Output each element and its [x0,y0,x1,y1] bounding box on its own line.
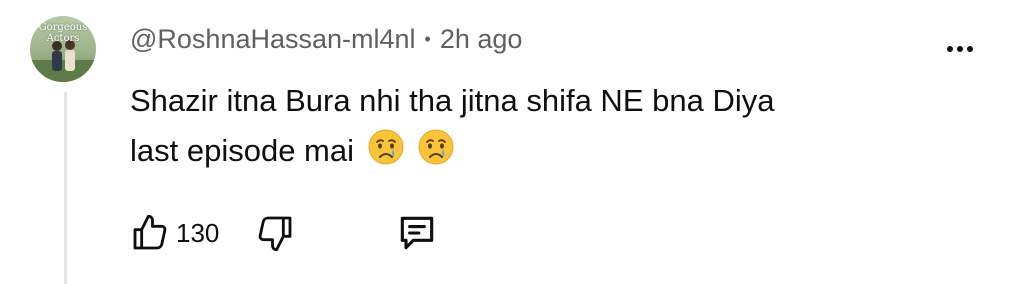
comment-text-line-2-words: last episode mai [130,133,355,168]
comment-card: Gorgeous Actors @RoshnaHassan-ml4nl • 2h… [0,0,1024,284]
crying-face-icon [417,128,455,166]
comment-actions: 130 [130,208,439,258]
separator-dot: • [424,29,431,49]
like-button[interactable]: 130 [130,213,219,253]
reply-button[interactable] [395,211,439,255]
thread-line [64,92,67,284]
author-handle[interactable]: @RoshnaHassan-ml4nl [130,24,416,55]
more-vert-icon[interactable] [940,36,980,62]
avatar[interactable]: Gorgeous Actors [30,16,96,82]
crying-face-icon [367,128,405,166]
like-count: 130 [176,217,220,248]
comment-text-line-1: Shazir itna Bura nhi tha jitna shifa NE … [130,83,775,118]
avatar-caption: Gorgeous Actors [38,22,88,44]
reply-icon[interactable] [395,211,439,255]
dislike-button[interactable] [255,213,295,253]
thumbs-up-icon[interactable] [130,213,170,253]
thumbs-down-icon[interactable] [255,213,295,253]
comment-text: Shazir itna Bura nhi tha jitna shifa NE … [130,76,950,176]
comment-text-line-2: last episode mai [130,126,950,176]
comment-timestamp[interactable]: 2h ago [440,24,523,55]
comment-header: @RoshnaHassan-ml4nl • 2h ago [130,24,522,55]
